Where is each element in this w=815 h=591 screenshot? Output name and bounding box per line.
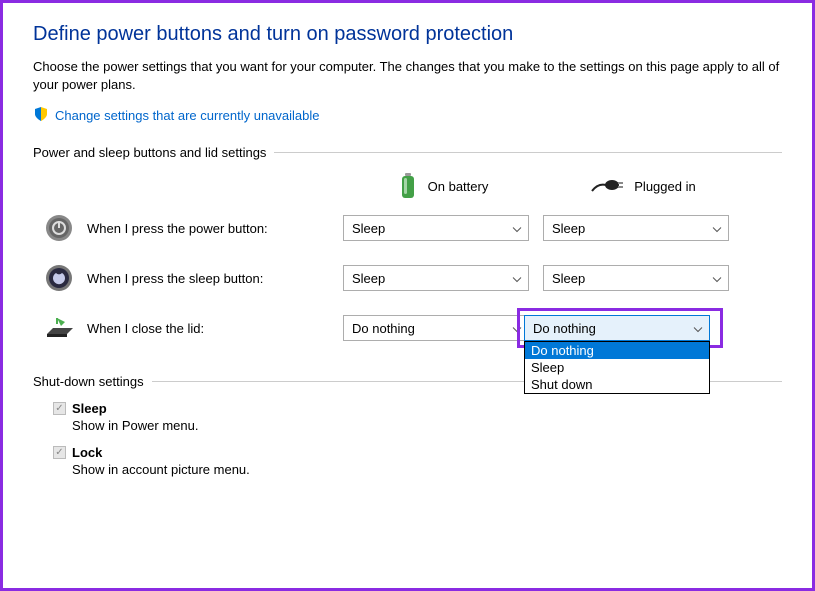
close-lid-icon xyxy=(43,312,75,344)
sleep-plugged-select[interactable]: Sleep xyxy=(543,265,729,291)
plugged-column-header: Plugged in xyxy=(543,172,743,200)
plugged-column-label: Plugged in xyxy=(634,179,695,194)
power-button-icon xyxy=(43,212,75,244)
battery-column-header: On battery xyxy=(343,172,543,200)
sleep-button-row: When I press the sleep button: Sleep Sle… xyxy=(33,262,782,294)
page-title: Define power buttons and turn on passwor… xyxy=(33,23,782,46)
shield-icon xyxy=(33,106,49,125)
sleep-checkbox[interactable]: ✓ xyxy=(53,402,66,415)
chevron-down-icon xyxy=(712,221,722,236)
lid-plugged-dropdown: Do nothing Sleep Shut down xyxy=(524,341,710,394)
power-button-label: When I press the power button: xyxy=(87,221,343,236)
sleep-button-icon xyxy=(43,262,75,294)
battery-column-label: On battery xyxy=(428,179,489,194)
change-settings-link-row[interactable]: Change settings that are currently unava… xyxy=(33,106,782,125)
shutdown-item-sleep: ✓ Sleep Show in Power menu. xyxy=(53,401,782,433)
power-plugged-select[interactable]: Sleep xyxy=(543,215,729,241)
battery-icon xyxy=(398,172,418,200)
change-settings-link-text: Change settings that are currently unava… xyxy=(55,108,320,123)
chevron-down-icon xyxy=(512,221,522,236)
chevron-down-icon xyxy=(693,321,703,336)
sleep-checkbox-desc: Show in Power menu. xyxy=(72,418,782,433)
lock-checkbox[interactable]: ✓ xyxy=(53,446,66,459)
column-headers: On battery Plugged in xyxy=(33,172,782,200)
lock-checkbox-desc: Show in account picture menu. xyxy=(72,462,782,477)
sleep-button-label: When I press the sleep button: xyxy=(87,271,343,286)
plug-icon xyxy=(590,177,624,195)
power-battery-select[interactable]: Sleep xyxy=(343,215,529,241)
shutdown-item-lock: ✓ Lock Show in account picture menu. xyxy=(53,445,782,477)
lid-plugged-highlighted: Do nothing Do nothing Sleep Shut down xyxy=(517,308,723,348)
power-button-row: When I press the power button: Sleep Sle… xyxy=(33,212,782,244)
chevron-down-icon xyxy=(512,271,522,286)
chevron-down-icon xyxy=(712,271,722,286)
lock-checkbox-label: Lock xyxy=(72,445,102,460)
sleep-battery-select[interactable]: Sleep xyxy=(343,265,529,291)
sleep-checkbox-label: Sleep xyxy=(72,401,107,416)
section-power-sleep-header: Power and sleep buttons and lid settings xyxy=(33,145,782,160)
dropdown-option-do-nothing[interactable]: Do nothing xyxy=(525,342,709,359)
lid-plugged-select[interactable]: Do nothing xyxy=(524,315,710,341)
lid-battery-select[interactable]: Do nothing xyxy=(343,315,529,341)
dropdown-option-sleep[interactable]: Sleep xyxy=(525,359,709,376)
close-lid-label: When I close the lid: xyxy=(87,321,343,336)
dropdown-option-shut-down[interactable]: Shut down xyxy=(525,376,709,393)
page-description: Choose the power settings that you want … xyxy=(33,58,782,94)
